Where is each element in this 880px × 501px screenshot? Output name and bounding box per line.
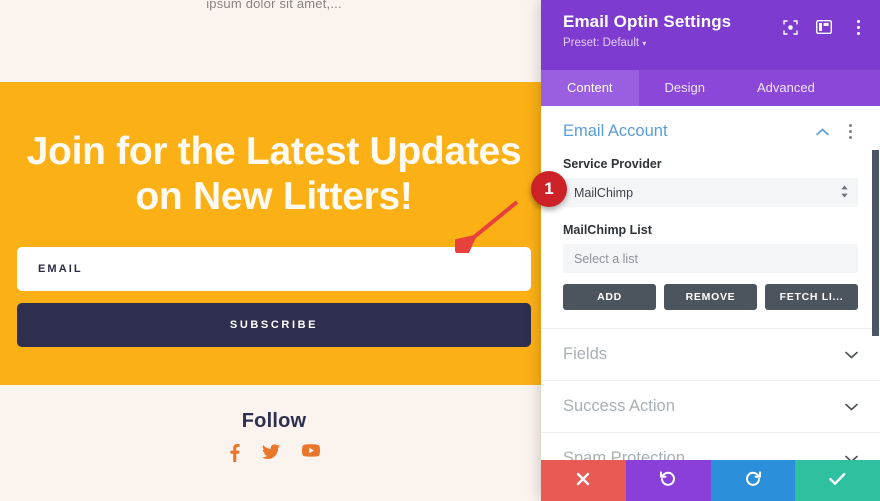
subscribe-button[interactable]: SUBSCRIBE	[17, 303, 531, 347]
modal-header: Email Optin Settings Preset: Default ▾	[541, 0, 880, 70]
section-fields[interactable]: Fields	[541, 329, 880, 381]
mailchimp-list-select[interactable]: Select a list	[563, 244, 858, 273]
panel-scrollbar[interactable]	[871, 106, 880, 460]
field-mailchimp-list: MailChimp List Select a list ADD REMOVE …	[563, 223, 858, 310]
preset-selector[interactable]: Preset: Default ▾	[563, 37, 862, 49]
save-button[interactable]	[795, 460, 880, 501]
select-arrows-icon	[840, 185, 849, 201]
chevron-down-icon[interactable]	[845, 398, 858, 416]
section-options-icon[interactable]	[842, 123, 858, 141]
tab-design[interactable]: Design	[639, 70, 731, 106]
section-success-action[interactable]: Success Action	[541, 381, 880, 433]
section-spam-protection-title: Spam Protection	[563, 449, 685, 460]
modal-action-bar	[541, 460, 880, 501]
service-provider-select[interactable]: MailChimp	[563, 178, 858, 207]
focus-icon[interactable]	[783, 19, 798, 35]
fetch-lists-button[interactable]: FETCH LI...	[765, 284, 858, 310]
modal-header-icons	[783, 18, 866, 36]
redo-icon	[745, 471, 761, 490]
section-spam-protection[interactable]: Spam Protection	[541, 433, 880, 460]
chevron-up-icon[interactable]	[816, 123, 829, 141]
social-icons-row	[0, 444, 548, 462]
chevron-down-icon: ▾	[642, 39, 647, 48]
section-email-account: Email Account Service Provider MailChimp…	[541, 106, 880, 329]
service-provider-value: MailChimp	[574, 185, 634, 200]
modal-body: Email Account Service Provider MailChimp…	[541, 106, 880, 460]
tab-content[interactable]: Content	[541, 70, 639, 106]
close-icon	[576, 472, 590, 489]
add-button[interactable]: ADD	[563, 284, 656, 310]
preset-label: Preset: Default	[563, 37, 640, 49]
email-input[interactable]: EMAIL	[17, 247, 531, 291]
facebook-icon[interactable]	[229, 444, 240, 462]
callout-badge-1: 1	[531, 171, 567, 207]
check-icon	[829, 472, 846, 489]
service-provider-label: Service Provider	[563, 157, 662, 171]
email-input-label: EMAIL	[38, 263, 83, 275]
more-vertical-icon[interactable]	[850, 18, 866, 36]
optin-heading-line-1: Join for the Latest Updates	[26, 130, 522, 173]
layout-panel-icon[interactable]	[815, 19, 833, 35]
cancel-button[interactable]	[541, 460, 626, 501]
field-service-provider: Service Provider MailChimp	[563, 157, 858, 207]
email-optin-module: Join for the Latest Updates on New Litte…	[0, 82, 548, 385]
section-fields-title: Fields	[563, 345, 608, 363]
chevron-down-icon[interactable]	[845, 346, 858, 364]
optin-heading: Join for the Latest Updates on New Litte…	[18, 129, 530, 219]
mailchimp-list-value: Select a list	[574, 251, 638, 266]
chevron-down-icon[interactable]	[845, 450, 858, 460]
mailchimp-list-actions: ADD REMOVE FETCH LI...	[563, 284, 858, 310]
mailchimp-list-label: MailChimp List	[563, 223, 652, 237]
screen: ipsum dolor sit amet,... Join for the La…	[0, 0, 880, 501]
follow-heading: Follow	[241, 410, 307, 432]
section-email-account-header[interactable]: Email Account	[563, 122, 858, 141]
optin-heading-line-2: on New Litters!	[135, 175, 413, 218]
youtube-icon[interactable]	[301, 444, 320, 462]
email-optin-settings-modal: Email Optin Settings Preset: Default ▾ C…	[541, 0, 880, 501]
undo-button[interactable]	[625, 460, 711, 501]
undo-icon	[660, 471, 676, 490]
panel-scrollbar-thumb[interactable]	[872, 150, 879, 336]
section-email-account-title: Email Account	[563, 122, 668, 140]
twitter-icon[interactable]	[261, 444, 280, 462]
follow-section: Follow	[0, 410, 548, 462]
section-success-action-title: Success Action	[563, 397, 675, 415]
tab-advanced[interactable]: Advanced	[731, 70, 841, 106]
remove-button[interactable]: REMOVE	[664, 284, 757, 310]
intro-paragraph: ipsum dolor sit amet,...	[206, 0, 342, 11]
modal-tabs: Content Design Advanced	[541, 70, 880, 106]
redo-button[interactable]	[710, 460, 796, 501]
